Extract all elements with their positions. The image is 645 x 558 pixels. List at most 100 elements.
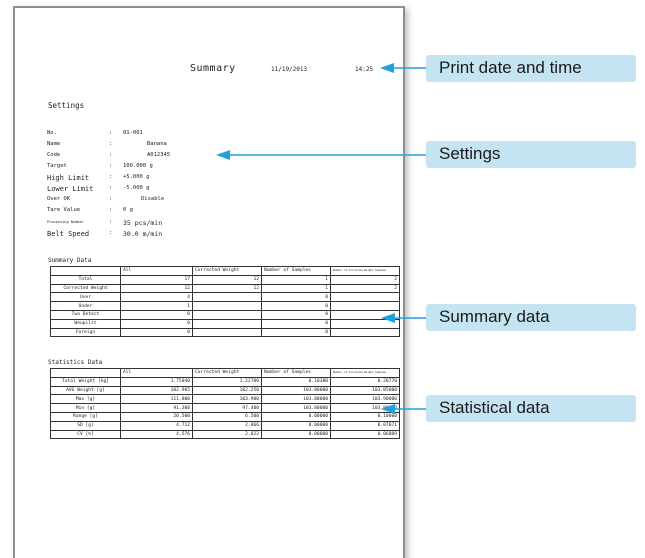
- settings-value: +5.000 g: [123, 174, 150, 180]
- settings-label: Over OK: [47, 196, 71, 202]
- value-cell: 0: [261, 327, 331, 338]
- row-label-cell: Over: [50, 292, 121, 303]
- callout-settings: Settings: [426, 141, 636, 168]
- value-cell: 0.00000: [261, 411, 331, 422]
- value-cell: 91.300: [120, 403, 193, 413]
- value-cell: 103.900: [192, 394, 262, 405]
- value-cell: 0.10000: [330, 411, 400, 422]
- table-header-cell: Corrected Weight: [192, 368, 262, 378]
- value-cell: [192, 301, 262, 311]
- value-cell: 12: [192, 283, 262, 294]
- table-header-cell: Number of Corrected Weight Samples: [330, 266, 400, 276]
- callout-print-date-time: Print date and time: [426, 55, 636, 82]
- settings-separator: :: [109, 152, 113, 158]
- value-cell: 0.20770: [330, 376, 400, 387]
- value-cell: 4: [120, 292, 193, 303]
- settings-value: 35 pcs/min: [123, 219, 163, 227]
- statistics-table-row: Total Weight [kg] 1.75040 1.22700 0.10380 0.…: [50, 376, 400, 387]
- row-label-cell: Foreign: [50, 327, 121, 338]
- settings-separator: :: [109, 230, 113, 236]
- table-header-cell: All: [120, 266, 193, 276]
- value-cell: 111.800: [120, 394, 193, 405]
- settings-separator: :: [109, 174, 113, 180]
- summary-table-row: Total 17 12 1 2: [50, 274, 400, 285]
- settings-value: -5.000 g: [123, 185, 150, 191]
- table-header-cell: [50, 266, 121, 276]
- value-cell: [192, 327, 262, 338]
- row-label-cell: AVG Weight [g]: [50, 385, 121, 396]
- value-cell: 1.22700: [192, 376, 262, 387]
- value-cell: 0: [261, 292, 331, 303]
- settings-label: High Limit: [47, 174, 90, 182]
- value-cell: [330, 309, 400, 320]
- row-label-cell: Max [g]: [50, 394, 121, 405]
- table-header-cell: Corrected Weight: [192, 266, 262, 276]
- value-cell: 12: [120, 283, 193, 294]
- printout-page: Summary 11/19/2013 14:25 Settings No.:01…: [13, 6, 405, 558]
- value-cell: 12: [192, 274, 262, 285]
- statistics-data-heading: Statistics Data: [48, 359, 103, 366]
- table-header-cell: [50, 368, 121, 378]
- table-header-cell: All: [120, 368, 193, 378]
- settings-separator: :: [109, 130, 113, 136]
- value-cell: 0: [261, 318, 331, 329]
- row-label-cell: Min [g]: [50, 403, 121, 413]
- value-cell: 0: [120, 318, 193, 329]
- value-cell: 103.80000: [261, 385, 331, 396]
- settings-value: Banana: [147, 141, 167, 147]
- value-cell: [330, 301, 400, 311]
- value-cell: 97.400: [192, 403, 262, 413]
- summary-table-row: Two Detect 0 0: [50, 309, 400, 320]
- value-cell: 17: [120, 274, 193, 285]
- settings-separator: :: [109, 196, 113, 202]
- row-label-cell: SD [g]: [50, 420, 121, 431]
- value-cell: 2.822: [192, 429, 262, 440]
- table-header-row: All Corrected Weight Number of Samples Numb…: [50, 368, 400, 378]
- statistics-table-row: SD [g] 4.712 2.866 0.00000 0.07071: [50, 420, 400, 431]
- value-cell: 103.80000: [261, 403, 331, 413]
- row-label-cell: Corrected Weight: [50, 283, 121, 294]
- value-cell: 0.07071: [330, 420, 400, 431]
- settings-value: 0 g: [123, 207, 133, 213]
- value-cell: 0: [120, 327, 193, 338]
- value-cell: 2: [330, 274, 400, 285]
- settings-label: Processing Number: [47, 220, 84, 224]
- settings-value: 01-001: [123, 130, 143, 136]
- summary-table-row: Corrected Weight 12 12 1 2: [50, 283, 400, 294]
- table-header-cell: Number of Samples: [261, 368, 331, 378]
- value-cell: 1: [261, 274, 331, 285]
- settings-separator: :: [109, 163, 113, 169]
- statistics-table-row: Max [g] 111.800 103.900 103.80000 103.90000: [50, 394, 400, 405]
- settings-separator: :: [109, 207, 113, 213]
- settings-label: Code: [47, 152, 61, 158]
- print-date: 11/19/2013: [271, 66, 308, 73]
- value-cell: 6.500: [192, 411, 262, 422]
- settings-value: A012345: [147, 152, 171, 158]
- value-cell: 0.00000: [261, 429, 331, 440]
- table-header-cell: Number of Corrected Weight Samples: [330, 368, 400, 378]
- value-cell: [192, 292, 262, 303]
- summary-table-row: Under 1 0: [50, 301, 400, 311]
- settings-separator: :: [109, 219, 113, 225]
- statistics-table-row: Min [g] 91.300 97.400 103.80000 103.80000: [50, 403, 400, 413]
- value-cell: 0: [261, 301, 331, 311]
- value-cell: 102.250: [192, 385, 262, 396]
- row-label-cell: Under: [50, 301, 121, 311]
- value-cell: 1: [120, 301, 193, 311]
- value-cell: 103.80000: [330, 403, 400, 413]
- settings-value: 30.0 m/min: [123, 230, 163, 238]
- table-header-row: All Corrected Weight Number of Samples Numb…: [50, 266, 400, 276]
- row-label-cell: Total: [50, 274, 121, 285]
- value-cell: 4.712: [120, 420, 193, 431]
- value-cell: 0: [261, 309, 331, 320]
- value-cell: 103.90000: [330, 394, 400, 405]
- row-label-cell: Total Weight [kg]: [50, 376, 121, 387]
- row-label-cell: Two Detect: [50, 309, 121, 320]
- value-cell: [192, 318, 262, 329]
- value-cell: 20.500: [120, 411, 193, 422]
- row-label-cell: CV [%]: [50, 429, 121, 440]
- value-cell: 0.10380: [261, 376, 331, 387]
- table-header-cell: Number of Samples: [261, 266, 331, 276]
- settings-value: 100.000 g: [123, 163, 153, 169]
- value-cell: 1: [261, 283, 331, 294]
